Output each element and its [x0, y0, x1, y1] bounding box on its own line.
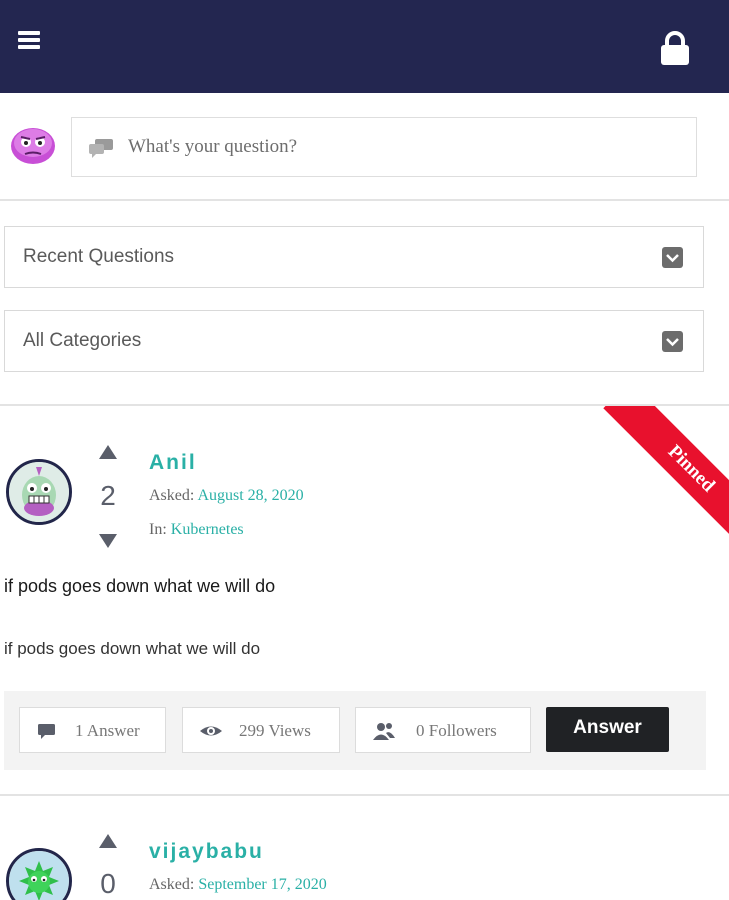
- asked-date-link[interactable]: August 28, 2020: [197, 487, 303, 504]
- answers-count: 1 Answer: [75, 721, 140, 740]
- pinned-label: Pinned: [603, 406, 729, 545]
- asked-date-link[interactable]: September 17, 2020: [198, 876, 326, 893]
- vote-up-icon[interactable]: [98, 833, 118, 849]
- followers-count-button[interactable]: 0 Followers: [355, 707, 531, 753]
- question-title[interactable]: if pods goes down what we will do: [4, 576, 275, 597]
- author-name[interactable]: vijaybabu: [149, 840, 264, 864]
- question-input[interactable]: What's your question?: [71, 117, 697, 177]
- chevron-down-icon: [662, 247, 683, 268]
- category-link[interactable]: Kubernetes: [171, 521, 244, 538]
- chat-bubbles-icon: [88, 138, 114, 158]
- question-body: if pods goes down what we will do: [4, 639, 261, 658]
- asked-label: Asked:: [149, 876, 195, 893]
- vote-count: 0: [100, 868, 116, 899]
- author-name[interactable]: Anil: [149, 451, 197, 475]
- question-category: In: Kubernetes: [149, 521, 244, 539]
- answer-button[interactable]: Answer: [546, 707, 669, 752]
- followers-count: 0 Followers: [416, 721, 497, 740]
- users-icon: [372, 721, 396, 741]
- vote-up-icon[interactable]: [98, 444, 118, 460]
- lock-icon[interactable]: [658, 30, 692, 66]
- chevron-down-icon: [662, 331, 683, 352]
- question-input-placeholder: What's your question?: [128, 136, 298, 157]
- sort-select[interactable]: Recent Questions: [4, 226, 704, 288]
- views-count-button[interactable]: 299 Views: [182, 707, 340, 753]
- asked-label: Asked:: [149, 487, 195, 504]
- ask-question-section: What's your question?: [0, 93, 729, 201]
- question-card: 0 vijaybabu Asked: September 17, 2020: [0, 796, 729, 900]
- hamburger-menu-icon[interactable]: [18, 31, 40, 49]
- author-avatar[interactable]: [6, 848, 72, 900]
- vote-down-icon[interactable]: [98, 533, 118, 549]
- comment-icon: [36, 721, 60, 741]
- answers-count-button[interactable]: 1 Answer: [19, 707, 166, 753]
- question-stats-bar: 1 Answer 299 Views 0 Followers Answer: [4, 691, 706, 770]
- pinned-ribbon: Pinned: [590, 406, 729, 545]
- asked-date: Asked: September 17, 2020: [149, 876, 327, 894]
- filters-section: Recent Questions All Categories: [0, 201, 729, 406]
- eye-icon: [199, 721, 223, 741]
- sort-select-value: Recent Questions: [23, 246, 175, 267]
- user-avatar-icon[interactable]: [10, 125, 56, 165]
- top-bar: [0, 0, 729, 93]
- vote-count: 2: [100, 480, 116, 511]
- author-avatar[interactable]: [6, 459, 72, 525]
- question-card: Pinned 2 Anil Asked: August 28, 2020 In:…: [0, 406, 729, 796]
- category-select[interactable]: All Categories: [4, 310, 704, 372]
- asked-date: Asked: August 28, 2020: [149, 487, 304, 505]
- views-count: 299 Views: [239, 721, 311, 740]
- in-label: In:: [149, 521, 167, 538]
- category-select-value: All Categories: [23, 330, 142, 351]
